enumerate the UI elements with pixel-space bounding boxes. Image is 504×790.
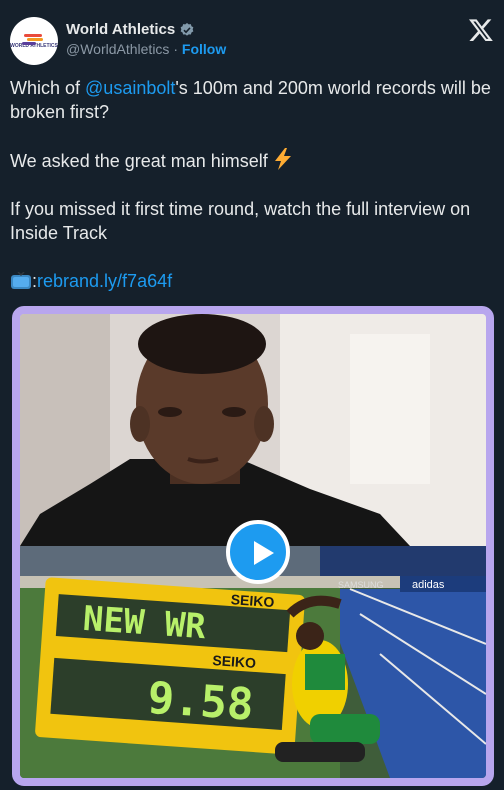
seiko-label-2: SEIKO (212, 652, 257, 671)
mention-link[interactable]: @usainbolt (85, 78, 175, 98)
follow-button[interactable]: Follow (182, 41, 226, 57)
separator-dot: · (173, 41, 178, 57)
tv-emoji-icon (11, 272, 31, 289)
tweet-text-prefix: Which of (10, 78, 86, 98)
tweet-paragraph-2: We asked the great man himself (10, 148, 494, 173)
play-button[interactable] (226, 520, 290, 584)
author-names: World Athletics @WorldAthletics · Follow (66, 21, 226, 57)
x-logo-icon[interactable] (468, 17, 494, 43)
tweet-card: WORLD ATHLETICS World Athletics @WorldAt… (0, 0, 504, 790)
samsung-banner: SAMSUNG (338, 580, 384, 590)
tweet-header: WORLD ATHLETICS World Athletics @WorldAt… (10, 17, 494, 67)
avatar[interactable]: WORLD ATHLETICS (10, 17, 58, 65)
seiko-label-1: SEIKO (230, 591, 275, 610)
tweet-text: Which of @usainbolt's 100m and 200m worl… (10, 76, 494, 293)
adidas-banner: adidas (412, 579, 445, 591)
author-display-name[interactable]: World Athletics (66, 21, 175, 38)
interview-link[interactable]: rebrand.ly/f7a64f (37, 271, 172, 291)
author-handle-row: @WorldAthletics · Follow (66, 41, 226, 57)
verified-badge-icon (180, 22, 194, 36)
tweet-line-2: We asked the great man himself (10, 151, 268, 171)
scoreboard-line-2: 9.58 (146, 673, 255, 731)
author-handle[interactable]: @WorldAthletics (66, 41, 169, 57)
video-media[interactable]: adidas SAMSUNG NEW WR 9.58 SEIKO SEIKO (12, 306, 494, 786)
world-athletics-logo-icon (22, 33, 46, 45)
lightning-emoji-icon (274, 148, 291, 170)
tweet-paragraph-3: If you missed it first time round, watch… (10, 199, 471, 243)
scoreboard: NEW WR 9.58 SEIKO SEIKO (35, 577, 305, 755)
author-display-name-row[interactable]: World Athletics (66, 21, 226, 38)
tweet-paragraph-4: :rebrand.ly/f7a64f (10, 269, 494, 293)
tweet-paragraph-1: Which of @usainbolt's 100m and 200m worl… (10, 76, 494, 124)
